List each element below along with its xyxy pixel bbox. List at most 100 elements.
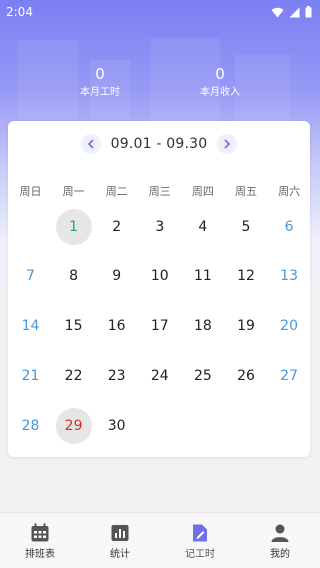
calendar-day-number: 24 <box>150 368 169 384</box>
weekday-header: 周日 周一 周二 周三 周四 周五 周六 <box>8 183 310 199</box>
weekday-label: 周六 <box>278 185 301 198</box>
calendar-day[interactable]: 30 <box>95 407 138 445</box>
calendar-day-number: 2 <box>112 219 122 235</box>
next-month-button[interactable] <box>217 134 238 154</box>
weekday-label: 周日 <box>19 185 42 198</box>
tab-record-hours[interactable]: 记工时 <box>160 513 240 568</box>
calendar-day-number: 12 <box>237 268 255 284</box>
status-bar: 2:04 <box>0 0 320 24</box>
calendar-day-number: 20 <box>280 318 298 334</box>
calendar-day[interactable]: 24 <box>138 357 181 395</box>
hours-label: 本月工时 <box>80 87 120 98</box>
calendar-day[interactable]: 17 <box>138 307 181 345</box>
calendar-day[interactable]: 4 <box>181 208 224 246</box>
chevron-left-icon <box>87 139 94 149</box>
tab-statistics[interactable]: 统计 <box>80 513 160 568</box>
calendar-day[interactable]: 22 <box>52 357 95 395</box>
calendar-day[interactable]: 13 <box>268 257 311 295</box>
calendar-day-number: 7 <box>26 268 35 284</box>
calendar-day[interactable]: 5 <box>225 208 268 246</box>
calendar-day-number: 22 <box>64 368 83 384</box>
chevron-right-icon <box>224 139 231 149</box>
calendar-day[interactable]: 2 <box>95 208 138 246</box>
calendar-day-number: 14 <box>21 318 40 334</box>
income-value: 0 <box>215 65 225 83</box>
calendar-day-number: 28 <box>21 418 40 434</box>
hours-stat: 0 本月工时 <box>40 64 160 100</box>
calendar-day[interactable]: 14 <box>9 307 52 345</box>
calendar-day[interactable]: 19 <box>225 307 268 345</box>
calendar-day[interactable]: 28 <box>9 407 52 445</box>
tab-schedule[interactable]: 排班表 <box>0 513 80 568</box>
income-stat: 0 本月收入 <box>160 64 280 100</box>
tab-label: 记工时 <box>185 549 215 560</box>
calendar-day[interactable]: 11 <box>181 257 224 295</box>
calendar-day[interactable]: 8 <box>52 257 95 295</box>
calendar-day-number: 23 <box>107 368 126 384</box>
weekday-label: 周四 <box>191 185 214 198</box>
weekday-label: 周一 <box>62 185 85 198</box>
calendar-day-number: 8 <box>69 268 79 284</box>
weekday-label: 周五 <box>235 185 257 198</box>
calendar-day-number: 10 <box>150 268 169 284</box>
date-range-selector: 09.01 - 09.30 <box>8 133 310 155</box>
calendar-day-number: 6 <box>284 219 294 235</box>
tab-label: 排班表 <box>25 549 55 560</box>
calendar-day-number: 19 <box>237 318 255 334</box>
calendar-day-number: 5 <box>241 219 251 235</box>
calendar-day-number: 25 <box>193 368 212 384</box>
calendar-day-number: 17 <box>150 318 169 334</box>
bar-chart-icon <box>80 523 160 543</box>
calendar-day[interactable]: 16 <box>95 307 138 345</box>
calendar-day-number: 21 <box>21 368 40 384</box>
calendar-day[interactable]: 20 <box>268 307 311 345</box>
calendar-day-number: 30 <box>107 418 126 434</box>
weekday-label: 周二 <box>105 185 128 198</box>
calendar-day[interactable]: 25 <box>181 357 224 395</box>
calendar-day[interactable]: 9 <box>95 257 138 295</box>
status-time: 2:04 <box>6 5 33 19</box>
calendar-day[interactable]: 7 <box>9 257 52 295</box>
calendar-day[interactable]: 18 <box>181 307 224 345</box>
tab-label: 统计 <box>110 549 130 560</box>
calendar-card: 09.01 - 09.30 周日 周一 周二 周三 周四 周五 周六 1 2 3 4 5 6 7 8 9 10… <box>8 121 310 457</box>
battery-icon <box>305 6 312 18</box>
calendar-day-number: 9 <box>112 268 122 284</box>
calendar-day-number: 29 <box>64 418 83 434</box>
tab-profile[interactable]: 我的 <box>240 513 320 568</box>
income-label: 本月收入 <box>200 87 240 98</box>
calendar-day[interactable]: 12 <box>225 257 268 295</box>
tab-label: 我的 <box>270 549 290 560</box>
calendar-day[interactable]: 6 <box>268 208 311 246</box>
wifi-icon <box>271 7 284 17</box>
calendar-day[interactable]: 23 <box>95 357 138 395</box>
calendar-day-number: 4 <box>198 219 208 235</box>
date-range-text: 09.01 - 09.30 <box>110 136 208 152</box>
weekday-label: 周三 <box>148 185 171 198</box>
calendar-icon <box>0 523 80 543</box>
calendar-day-number: 3 <box>155 219 165 235</box>
calendar-day[interactable]: 29 <box>52 407 95 445</box>
calendar-day-number: 26 <box>237 368 255 384</box>
calendar-day[interactable]: 10 <box>138 257 181 295</box>
calendar-day-number: 18 <box>193 318 212 334</box>
monthly-stats: 0 本月工时 0 本月收入 <box>0 64 320 104</box>
calendar-day[interactable]: 1 <box>52 208 95 246</box>
calendar-day-number: 11 <box>193 268 212 284</box>
hours-value: 0 <box>95 65 105 83</box>
calendar-day-number: 13 <box>280 268 298 284</box>
calendar-day-number: 1 <box>69 219 79 235</box>
calendar-day[interactable]: 26 <box>225 357 268 395</box>
calendar-day[interactable]: 15 <box>52 307 95 345</box>
calendar-day[interactable]: 27 <box>268 357 311 395</box>
signal-icon <box>289 7 300 17</box>
edit-note-icon <box>160 523 240 543</box>
calendar-day[interactable]: 3 <box>138 208 181 246</box>
calendar-day[interactable]: 21 <box>9 357 52 395</box>
person-icon <box>240 523 320 543</box>
calendar-day-number: 16 <box>107 318 126 334</box>
prev-month-button[interactable] <box>80 134 101 154</box>
bottom-tab-bar: 排班表 统计 记工时 我的 <box>0 512 320 568</box>
calendar-day-number: 15 <box>64 318 83 334</box>
calendar-day-number: 27 <box>280 368 298 384</box>
